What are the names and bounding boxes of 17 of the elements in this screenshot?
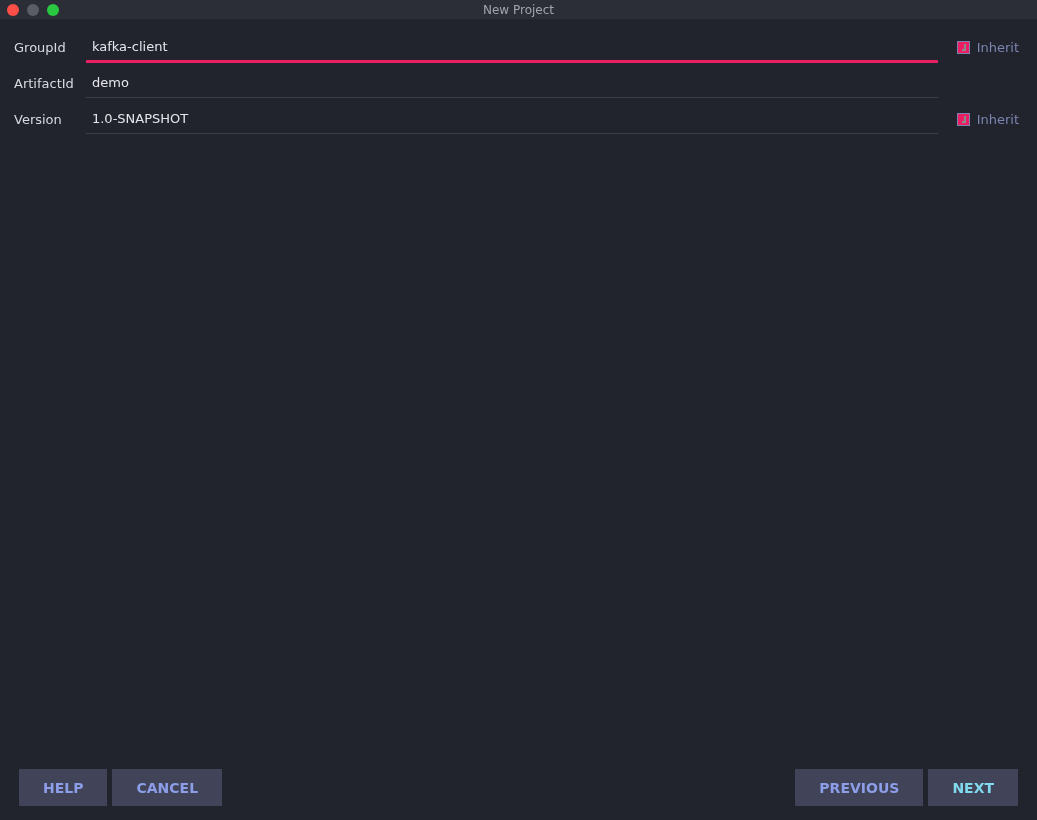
dialog-button[interactable]: CANCEL	[112, 769, 223, 806]
field-label: GroupId	[14, 39, 67, 55]
dialog-button[interactable]: PREVIOUS	[795, 769, 924, 806]
close-icon[interactable]	[7, 3, 19, 16]
zoom-icon[interactable]	[47, 3, 59, 16]
dialog-button[interactable]: NEXT	[928, 769, 1018, 806]
field-label: Version	[14, 111, 63, 127]
inherit-checkbox[interactable]: Inherit	[956, 111, 1019, 127]
inherit-checkbox[interactable]: Inherit	[956, 39, 1019, 55]
checkbox-icon[interactable]	[956, 112, 970, 126]
checkbox-icon[interactable]	[956, 40, 970, 54]
window-title: New Project	[482, 2, 554, 17]
text-field[interactable]: 1.0-SNAPSHOT	[85, 104, 938, 134]
text-field[interactable]: kafka-client	[85, 33, 938, 63]
text-field[interactable]: demo	[86, 68, 938, 98]
dialog-button[interactable]: HELP	[19, 769, 108, 806]
field-label: ArtifactId	[14, 75, 75, 91]
